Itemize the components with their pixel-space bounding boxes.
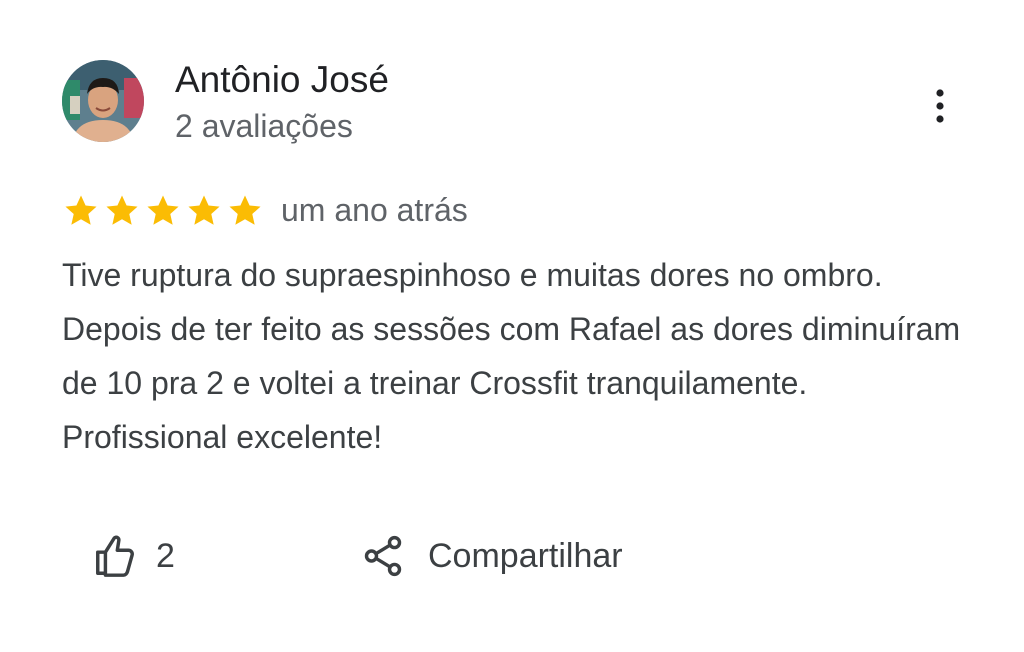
thumb-up-icon <box>92 533 138 579</box>
star-rating <box>62 192 267 230</box>
review-text: Tive ruptura do supraespinhoso e muitas … <box>62 257 961 455</box>
share-icon <box>360 533 406 579</box>
more-options-button[interactable] <box>918 82 962 130</box>
star-icon <box>103 192 141 230</box>
avatar[interactable] <box>62 60 144 142</box>
review-date: um ano atrás <box>281 192 468 228</box>
avatar-image <box>62 60 144 142</box>
star-icon <box>185 192 223 230</box>
author-reviews-count[interactable]: 2 avaliações <box>175 106 353 146</box>
like-button[interactable]: 2 <box>92 528 175 584</box>
review-card: Antônio José 2 avaliações um ano atrás T… <box>0 0 1024 652</box>
star-icon <box>62 192 100 230</box>
star-icon <box>226 192 264 230</box>
author-name[interactable]: Antônio José <box>175 58 389 102</box>
share-button[interactable]: Compartilhar <box>360 528 623 584</box>
share-label: Compartilhar <box>428 537 623 575</box>
star-icon <box>144 192 182 230</box>
like-count: 2 <box>156 537 175 575</box>
more-vert-icon <box>936 89 944 123</box>
